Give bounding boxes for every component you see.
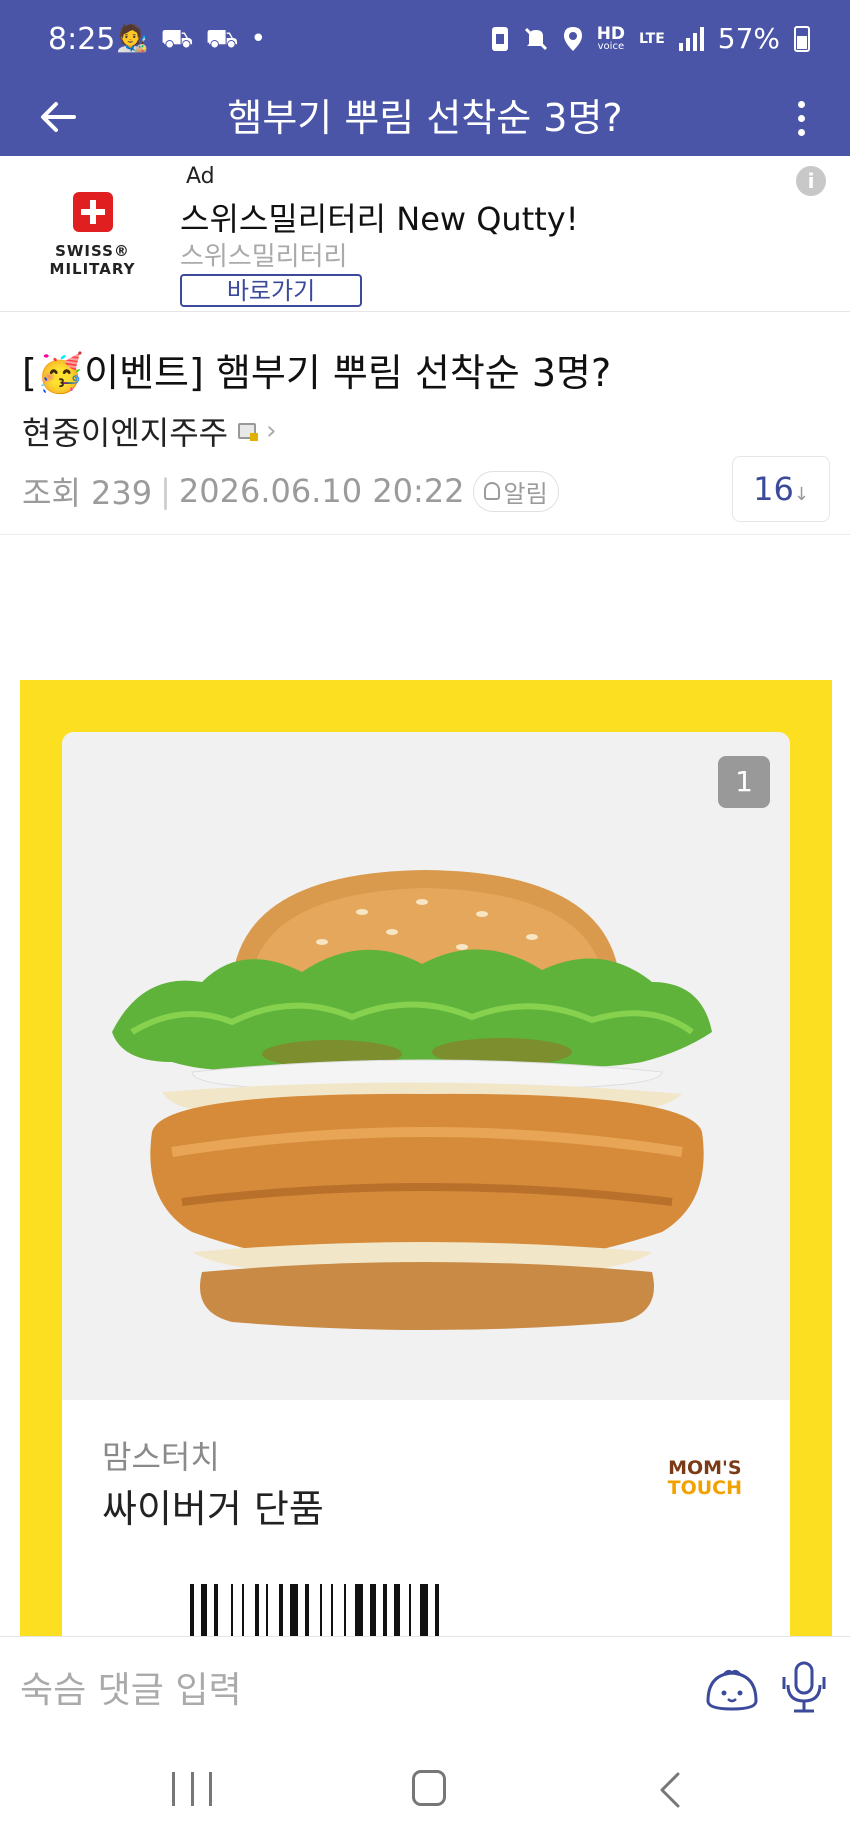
- system-back-button[interactable]: [654, 1770, 684, 1810]
- arrow-down-icon: ↓: [793, 484, 809, 505]
- divider: [0, 534, 850, 535]
- logo-text-line2: MILITARY: [49, 260, 136, 278]
- emoticon-button[interactable]: [704, 1665, 760, 1713]
- status-bar: 8:25 🧑‍🎨 ⛟ ⛟ • HD voice LTE 57%: [0, 0, 850, 82]
- coupon-image[interactable]: 1 맘스터치 싸이버거 단품 MOM'S TOUCH: [20, 680, 832, 1640]
- meta-separator: |: [160, 472, 171, 510]
- voice-input-button[interactable]: [782, 1659, 826, 1715]
- barcode-bar: [305, 1584, 309, 1640]
- post-meta: 조회 239 | 2026.06.10 20:22 알림: [22, 468, 559, 514]
- arrow-left-icon: [41, 102, 76, 132]
- author-link[interactable]: 현중이엔지주주 ›: [22, 408, 277, 454]
- ad-banner[interactable]: SWISS® MILITARY Ad 스위스밀리터리 New Qutty! 스위…: [0, 156, 850, 312]
- logo-line2: TOUCH: [667, 1477, 742, 1499]
- chevron-right-icon: ›: [266, 416, 277, 446]
- top-bar: 8:25 🧑‍🎨 ⛟ ⛟ • HD voice LTE 57% 햄부기 뿌림 선…: [0, 0, 850, 156]
- barcode-bar: [266, 1584, 268, 1640]
- logo-line1: MOM'S: [668, 1457, 742, 1479]
- lte-indicator: LTE: [639, 30, 665, 47]
- status-time: 8:25: [48, 22, 116, 57]
- page-title: 햄부기 뿌림 선착순 3명?: [227, 96, 623, 140]
- barcode-bar: [231, 1584, 233, 1640]
- comment-bar: 숙슴 댓글 입력: [0, 1636, 850, 1748]
- barcode-bar: [290, 1584, 298, 1640]
- barcode-bar: [331, 1584, 333, 1640]
- image-page-badge: 1: [718, 756, 770, 808]
- mute-icon: [524, 27, 547, 50]
- more-dot-icon: [797, 114, 805, 122]
- view-count: 조회 239: [22, 474, 153, 512]
- status-right: HD voice LTE 57%: [491, 22, 810, 55]
- barcode-bar: [279, 1584, 283, 1640]
- sim-icon: [491, 26, 508, 51]
- alarm-label: 알림: [503, 479, 548, 508]
- ad-info-icon[interactable]: i: [796, 166, 826, 196]
- recents-button[interactable]: [172, 1772, 212, 1806]
- recents-icon: [209, 1772, 212, 1806]
- battery-percent: 57%: [717, 22, 780, 55]
- hd-voice-indicator: HD voice: [596, 23, 626, 52]
- barcode-bar: [344, 1584, 346, 1640]
- alarm-button[interactable]: 알림: [472, 470, 559, 512]
- barcode-bar: [420, 1584, 428, 1640]
- barcode-bar: [383, 1584, 387, 1640]
- comment-input[interactable]: 숙슴 댓글 입력: [20, 1661, 242, 1713]
- comment-count: 16: [753, 470, 794, 508]
- ad-tag: Ad: [186, 164, 215, 189]
- microphone-icon: [782, 1661, 826, 1713]
- coupon-card: 1 맘스터치 싸이버거 단품 MOM'S TOUCH: [62, 732, 790, 1640]
- swiss-military-logo: SWISS® MILITARY: [40, 192, 145, 282]
- more-menu-button[interactable]: [776, 90, 826, 146]
- moms-touch-logo: MOM'S TOUCH: [668, 1458, 742, 1498]
- barcode-bar: [214, 1584, 218, 1640]
- barcode-bar: [320, 1584, 322, 1640]
- notification-icons: 🧑‍🎨 ⛟ ⛟ •: [116, 24, 268, 54]
- post-title: [🥳이벤트] 햄부기 뿌림 선착순 3명?: [22, 351, 612, 395]
- chevron-left-icon: [660, 1772, 680, 1808]
- battery-icon: [794, 25, 810, 52]
- barcode-bar: [255, 1584, 259, 1640]
- coupon-store: 맘스터치: [102, 1438, 220, 1476]
- barcode-bar: [435, 1584, 439, 1640]
- author-name: 현중이엔지주주: [22, 414, 229, 452]
- post-datetime: 2026.06.10 20:22: [178, 472, 465, 510]
- member-level-icon: [238, 423, 259, 441]
- barcode: [190, 1584, 439, 1640]
- ad-title[interactable]: 스위스밀리터리 New Qutty!: [180, 194, 579, 240]
- dumpling-emoticon-icon: [706, 1669, 758, 1711]
- barcode-bar: [409, 1584, 411, 1640]
- barcode-bar: [370, 1584, 376, 1640]
- swiss-cross-icon: [72, 192, 113, 232]
- more-dot-icon: [797, 100, 805, 108]
- app-header: 햄부기 뿌림 선착순 3명?: [0, 82, 850, 156]
- location-icon: [563, 26, 582, 51]
- recents-icon: [172, 1772, 175, 1806]
- barcode-bar: [190, 1584, 194, 1640]
- coupon-product: 싸이버거 단품: [102, 1487, 324, 1531]
- barcode-bar: [242, 1584, 244, 1640]
- ad-cta-button[interactable]: 바로가기: [180, 274, 362, 307]
- burger-image: [112, 870, 712, 1330]
- more-dot-icon: [797, 128, 805, 136]
- comment-count-button[interactable]: 16↓: [732, 456, 830, 522]
- recents-icon: [190, 1772, 194, 1806]
- barcode-bar: [394, 1584, 400, 1640]
- barcode-bar: [355, 1584, 363, 1640]
- bell-icon: [483, 482, 500, 500]
- signal-icon: [678, 26, 704, 51]
- back-button[interactable]: [34, 92, 84, 142]
- system-navigation-bar: [0, 1748, 850, 1842]
- home-button[interactable]: [412, 1770, 446, 1806]
- logo-text-line1: SWISS®: [55, 242, 130, 260]
- ad-advertiser: 스위스밀리터리: [180, 242, 348, 272]
- burger-photo: 1: [62, 732, 790, 1400]
- barcode-bar: [201, 1584, 207, 1640]
